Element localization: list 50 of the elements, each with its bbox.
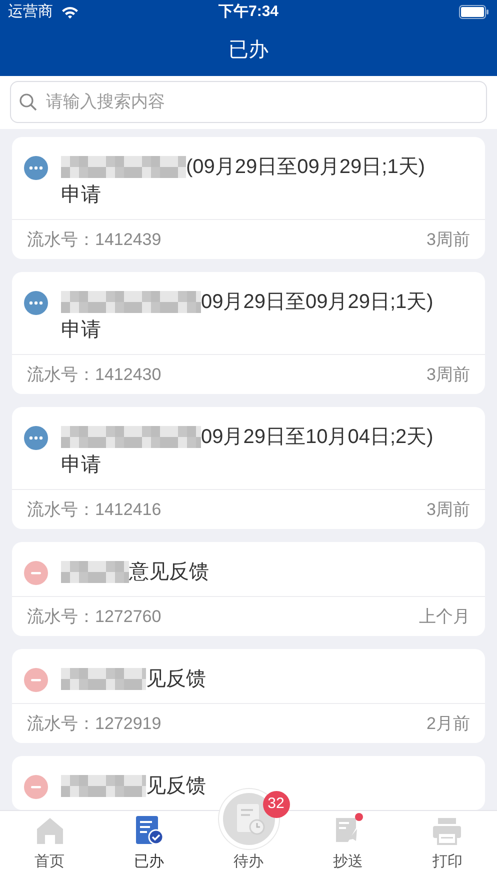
serial-label: 流水号：: [27, 498, 95, 521]
task-title: 申请: [61, 453, 101, 478]
task-title: 09月29日至10月04日;2天): [201, 425, 434, 450]
time-ago: 2月前: [426, 712, 470, 735]
serial-number: 1272919: [95, 712, 162, 735]
serial-number: 1272760: [95, 606, 162, 628]
time-ago: 3周前: [426, 364, 470, 386]
task-title: (09月29日至09月29日;1天): [186, 155, 425, 180]
wifi-icon: [61, 6, 79, 18]
document-check-icon: [134, 814, 164, 844]
battery-icon: [459, 5, 489, 19]
home-icon: [36, 816, 64, 844]
time-ago: 上个月: [419, 606, 470, 628]
task-title: 09月29日至09月29日;1天): [201, 290, 434, 315]
tab-bar-item[interactable]: 已办: [99, 811, 199, 883]
task-title: 意见反馈: [129, 560, 209, 585]
serial-number: 1412430: [95, 364, 162, 386]
search-icon: [19, 93, 37, 111]
time-ago: 3周前: [426, 228, 470, 251]
minus-status-icon: [24, 561, 48, 585]
task-title: 申请: [61, 183, 101, 208]
tab-bar-item[interactable]: 抄送: [298, 811, 398, 883]
serial-number: 1412416: [95, 498, 162, 521]
carrier-name: 运营商: [8, 2, 53, 22]
task-title: 见反馈: [146, 774, 206, 799]
task-title: 申请: [61, 318, 101, 343]
task-card[interactable]: 09月29日至10月04日;2天) 申请 流水号：1412416 3周前: [12, 407, 485, 529]
page-title: 已办: [228, 38, 268, 63]
serial-number: 1412439: [95, 228, 162, 251]
redacted-block: [61, 561, 129, 583]
task-card[interactable]: (09月29日至09月29日;1天) 申请 流水号：1412439 3周前: [12, 137, 485, 259]
task-title: 见反馈: [146, 667, 206, 692]
tab-bar-item[interactable]: 打印: [398, 811, 497, 883]
serial-label: 流水号：: [27, 228, 95, 251]
time-ago: 3周前: [426, 498, 470, 521]
tab-bar-item[interactable]: 首页: [0, 811, 100, 883]
serial-label: 流水号：: [27, 364, 95, 386]
status-time: 下午7:34: [218, 2, 279, 22]
minus-status-icon: [24, 775, 48, 799]
task-card[interactable]: 见反馈 流水号：1272919 2月前: [12, 649, 485, 743]
minus-status-icon: [24, 668, 48, 692]
more-status-icon: [24, 426, 48, 450]
serial-label: 流水号：: [27, 606, 95, 628]
serial-label: 流水号：: [27, 712, 95, 735]
printer-icon: [432, 816, 462, 844]
task-card[interactable]: 09月29日至09月29日;1天) 申请 流水号：1412430 3周前: [12, 272, 485, 394]
task-card[interactable]: 意见反馈 流水号：1272760 上个月: [12, 542, 485, 636]
search-field[interactable]: 请输入搜索内容: [10, 81, 487, 123]
more-status-icon: [24, 156, 48, 180]
more-status-icon: [24, 291, 48, 315]
